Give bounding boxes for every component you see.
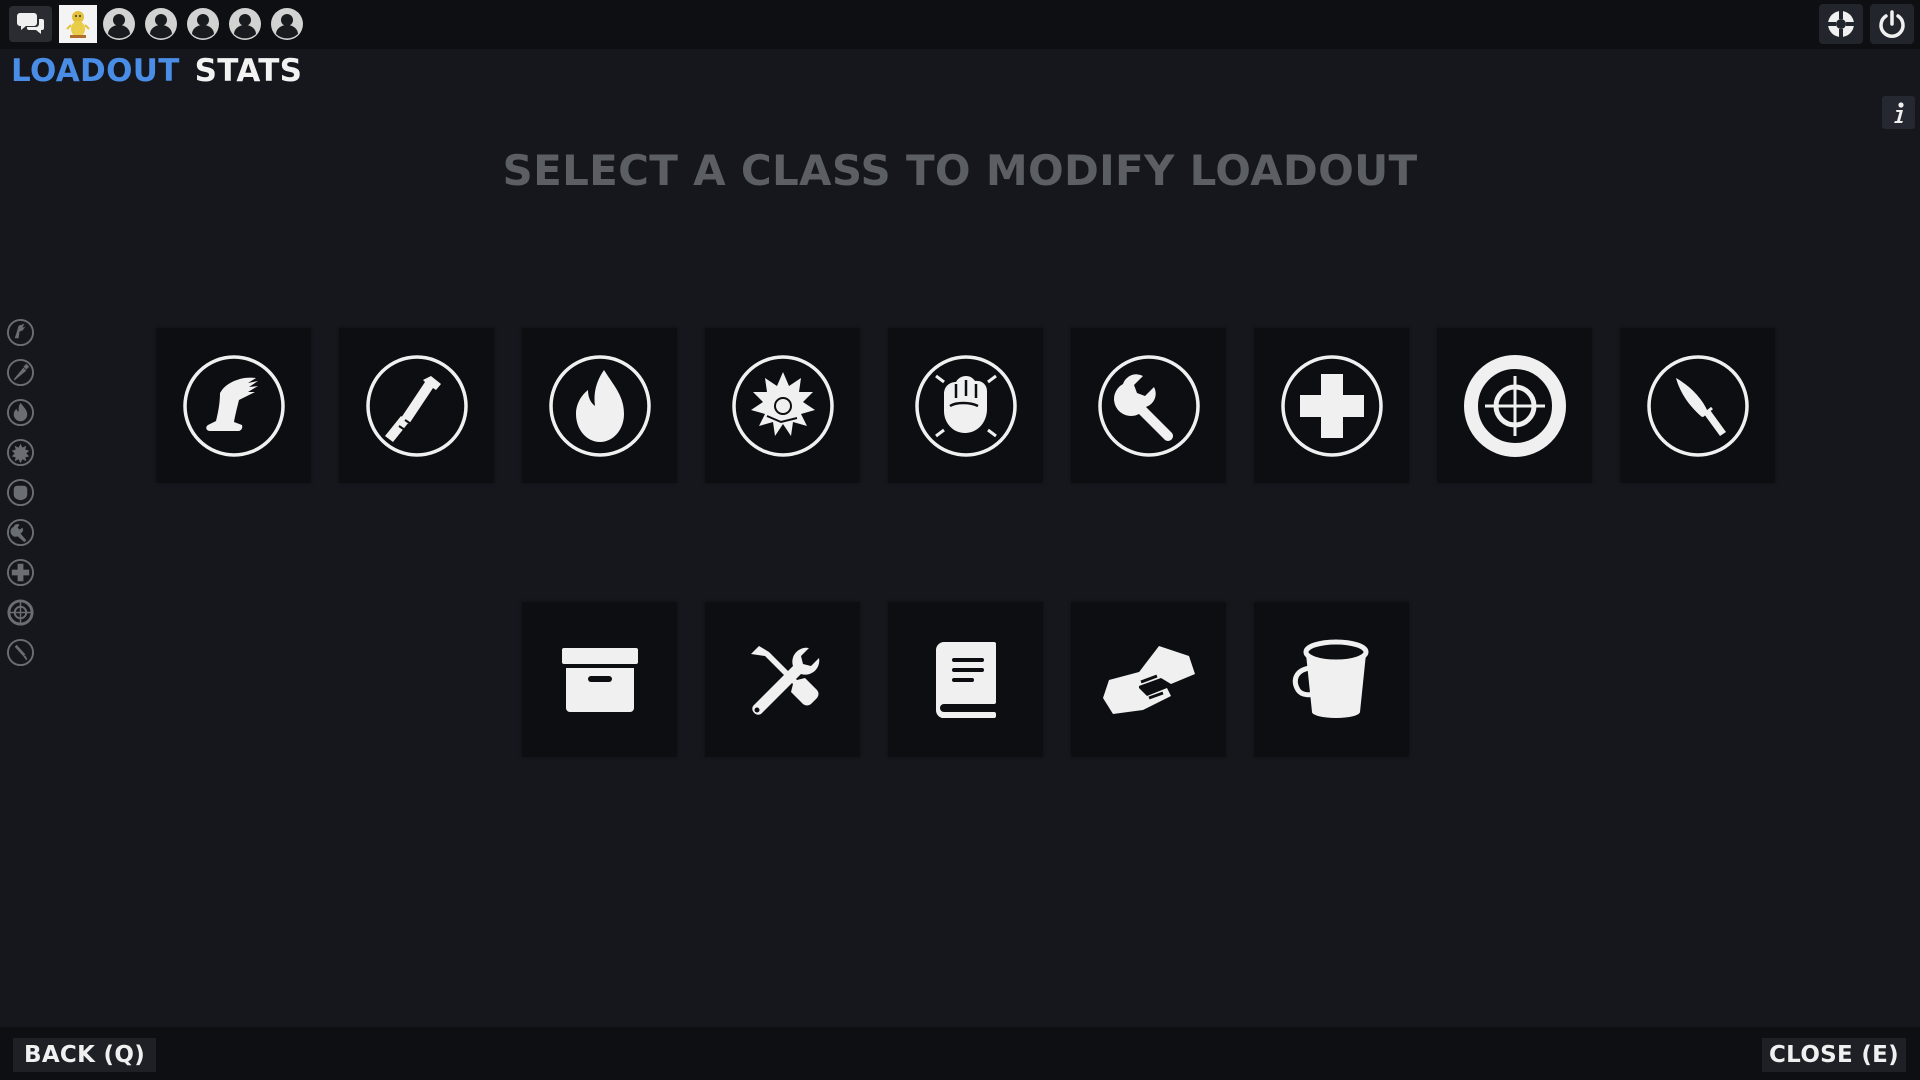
- party-slot-2[interactable]: [143, 6, 179, 42]
- class-tile-demoman[interactable]: [705, 328, 860, 483]
- scout-icon: [182, 354, 285, 457]
- class-tile-heavy[interactable]: [888, 328, 1043, 483]
- chat-button[interactable]: [9, 6, 52, 42]
- class-tile-scout[interactable]: [156, 328, 311, 483]
- back-button[interactable]: BACK (Q): [13, 1038, 156, 1072]
- class-tile-engineer[interactable]: [1071, 328, 1226, 483]
- paint-bucket-icon: [1292, 639, 1368, 718]
- party-slot-icon: [103, 8, 135, 40]
- top-bar: [0, 0, 1920, 49]
- soldier-side-icon[interactable]: [6, 358, 35, 387]
- soldier-icon: [365, 354, 468, 457]
- settings-icon: [1828, 11, 1854, 37]
- avatar-image-icon: [61, 7, 95, 41]
- trading-tile[interactable]: [1071, 602, 1226, 757]
- settings-button[interactable]: [1819, 4, 1863, 44]
- close-button[interactable]: CLOSE (E): [1762, 1038, 1906, 1072]
- party-slot-icon: [229, 8, 261, 40]
- info-icon: [1893, 101, 1904, 123]
- paint-tile[interactable]: [1254, 602, 1409, 757]
- class-tile-medic[interactable]: [1254, 328, 1409, 483]
- tab-stats[interactable]: STATS: [195, 53, 303, 89]
- catalog-tile[interactable]: [888, 602, 1043, 757]
- handshake-icon: [1102, 645, 1195, 714]
- spy-icon: [1646, 354, 1749, 457]
- spy-side-icon[interactable]: [6, 638, 35, 667]
- demoman-icon: [731, 354, 834, 457]
- book-icon: [935, 641, 996, 718]
- engineer-icon: [1097, 354, 1200, 457]
- pyro-side-icon[interactable]: [6, 398, 35, 427]
- class-tile-pyro[interactable]: [522, 328, 677, 483]
- backpack-tile[interactable]: [522, 602, 677, 757]
- page-heading: SELECT A CLASS TO MODIFY LOADOUT: [502, 146, 1418, 195]
- party-slot-icon: [271, 8, 303, 40]
- info-button[interactable]: [1882, 96, 1915, 129]
- class-tile-spy[interactable]: [1620, 328, 1775, 483]
- scout-side-icon[interactable]: [6, 318, 35, 347]
- engineer-side-icon[interactable]: [6, 518, 35, 547]
- class-tile-soldier[interactable]: [339, 328, 494, 483]
- party-slot-icon: [145, 8, 177, 40]
- class-tile-sniper[interactable]: [1437, 328, 1592, 483]
- storage-box-icon: [561, 647, 638, 712]
- bottom-bar: BACK (Q) CLOSE (E): [0, 1027, 1920, 1080]
- crafting-tile[interactable]: [705, 602, 860, 757]
- heavy-side-icon[interactable]: [6, 478, 35, 507]
- power-icon: [1879, 10, 1905, 38]
- party-slot-3[interactable]: [185, 6, 221, 42]
- medic-side-icon[interactable]: [6, 558, 35, 587]
- quit-button[interactable]: [1870, 4, 1914, 44]
- sniper-side-icon[interactable]: [6, 598, 35, 627]
- party-slot-icon: [187, 8, 219, 40]
- crafting-tools-icon: [750, 645, 819, 715]
- medic-icon: [1280, 354, 1383, 457]
- main-tabs: LOADOUT STATS: [11, 50, 302, 92]
- pyro-icon: [548, 354, 651, 457]
- heavy-icon: [914, 354, 1017, 457]
- party-slot-4[interactable]: [227, 6, 263, 42]
- party-slot-5[interactable]: [269, 6, 305, 42]
- party-slot-1[interactable]: [101, 6, 137, 42]
- user-avatar[interactable]: [59, 5, 97, 43]
- sniper-icon: [1463, 354, 1566, 457]
- chat-icon: [16, 13, 44, 34]
- demoman-side-icon[interactable]: [6, 438, 35, 467]
- tab-loadout[interactable]: LOADOUT: [11, 53, 180, 89]
